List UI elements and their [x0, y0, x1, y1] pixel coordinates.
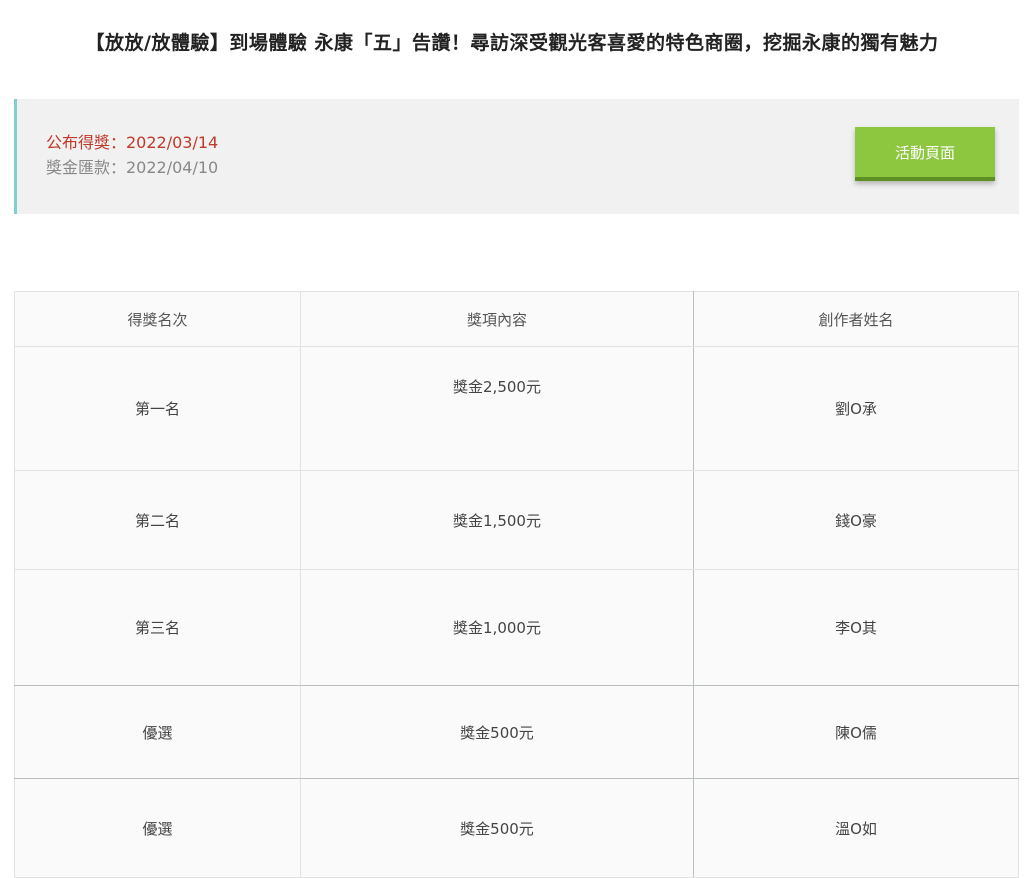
table-row: 優選 獎金500元 陳O儒: [14, 685, 1019, 779]
table-header-row: 得獎名次 獎項內容 創作者姓名: [14, 291, 1019, 347]
rank-cell: 優選: [14, 685, 301, 779]
activity-page-button[interactable]: 活動頁面: [855, 127, 995, 181]
rank-cell: 第一名: [14, 346, 301, 471]
creator-cell: 李O其: [693, 569, 1019, 686]
announce-date: 公布得獎：2022/03/14: [46, 133, 219, 152]
creator-cell: 錢O豪: [693, 470, 1019, 570]
award-info-panel: 公布得獎：2022/03/14 獎金匯款：2022/04/10 活動頁面: [14, 99, 1019, 214]
prize-cell: 獎金1,000元: [300, 569, 694, 686]
creator-cell: 劉O承: [693, 346, 1019, 471]
header-rank: 得獎名次: [14, 291, 301, 347]
table-row: 第三名 獎金1,000元 李O其: [14, 569, 1019, 686]
table-row: 第二名 獎金1,500元 錢O豪: [14, 470, 1019, 570]
payout-date: 獎金匯款：2022/04/10: [46, 158, 219, 177]
table-row: 第一名 獎金2,500元 劉O承: [14, 346, 1019, 471]
header-creator: 創作者姓名: [693, 291, 1019, 347]
rank-cell: 第二名: [14, 470, 301, 570]
prize-cell: 獎金2,500元: [300, 346, 694, 471]
winners-table: 得獎名次 獎項內容 創作者姓名 第一名 獎金2,500元 劉O承 第二名 獎金1…: [14, 291, 1019, 878]
prize-cell: 獎金1,500元: [300, 470, 694, 570]
prize-cell: 獎金500元: [300, 685, 694, 779]
page-title: 【放放/放體驗】到場體驗 永康「五」告讚！尋訪深受觀光客喜愛的特色商圈，挖掘永康…: [85, 32, 939, 54]
creator-cell: 陳O儒: [693, 685, 1019, 779]
header-prize: 獎項內容: [300, 291, 694, 347]
prize-cell: 獎金500元: [300, 778, 694, 878]
creator-cell: 溫O如: [693, 778, 1019, 878]
rank-cell: 優選: [14, 778, 301, 878]
rank-cell: 第三名: [14, 569, 301, 686]
table-row: 優選 獎金500元 溫O如: [14, 778, 1019, 878]
